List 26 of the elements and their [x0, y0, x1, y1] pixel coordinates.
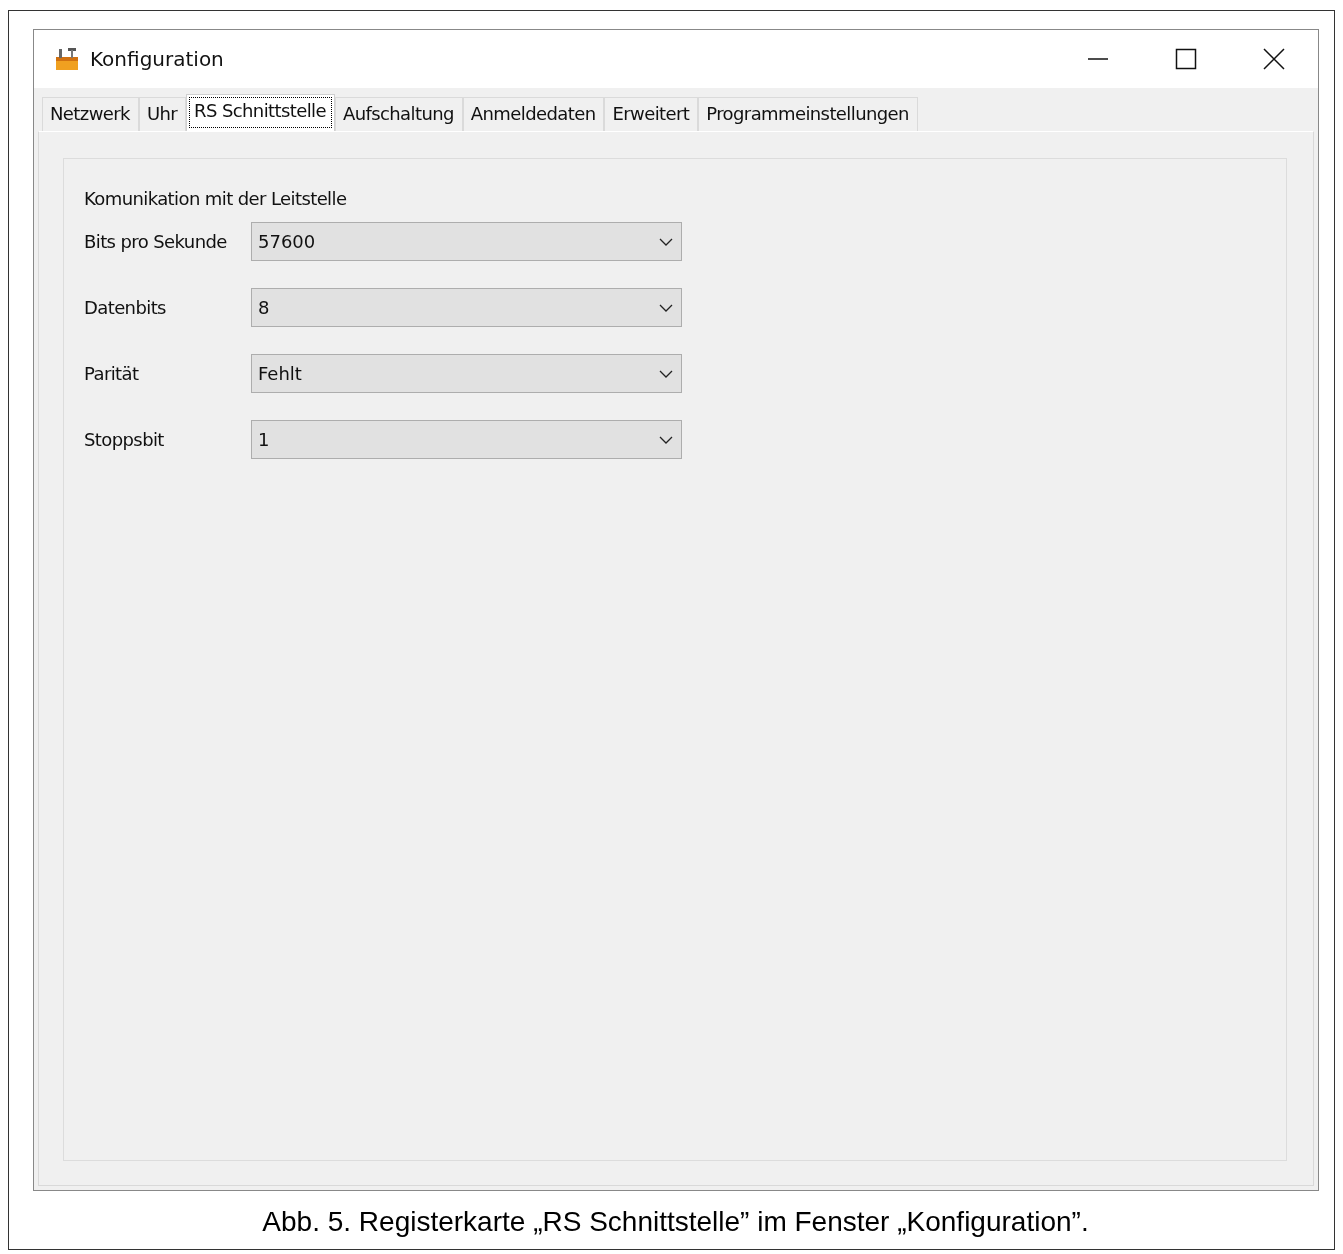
field-label: Bits pro Sekunde — [84, 230, 228, 254]
tab[interactable]: Uhr — [138, 97, 187, 131]
close-icon — [1263, 48, 1285, 70]
tab[interactable]: RS Schnittstelle — [186, 94, 335, 131]
tab[interactable]: Erweitert — [604, 97, 699, 131]
field-label: Parität — [84, 362, 140, 386]
field-label: Datenbits — [84, 296, 167, 320]
figure-caption: Abb. 5. Registerkarte „RS Schnittstelle” im Fenster „Konfiguration”. — [261, 1205, 1090, 1239]
chevron-icon — [659, 303, 673, 312]
chevron-icon — [659, 435, 673, 444]
dropdown[interactable]: 8 — [251, 288, 682, 327]
section-title: Komunikation mit der Leitstelle — [84, 187, 348, 211]
tab[interactable]: Netzwerk — [42, 97, 139, 131]
field-label: Stoppsbit — [84, 428, 165, 452]
dropdown[interactable]: 57600 — [251, 222, 682, 261]
toolbox-icon — [54, 47, 80, 71]
chevron-icon — [659, 237, 673, 246]
maximize-icon — [1175, 48, 1197, 70]
minimize-icon — [1087, 58, 1109, 60]
window-title: Konfiguration — [90, 46, 225, 73]
chevron-icon — [659, 369, 673, 378]
dropdown[interactable]: 1 — [251, 420, 682, 459]
tab[interactable]: Anmeldedaten — [462, 97, 605, 131]
dropdown[interactable]: Fehlt — [251, 354, 682, 393]
tab[interactable]: Programmeinstellungen — [698, 97, 918, 131]
tab[interactable]: Aufschaltung — [334, 97, 463, 131]
